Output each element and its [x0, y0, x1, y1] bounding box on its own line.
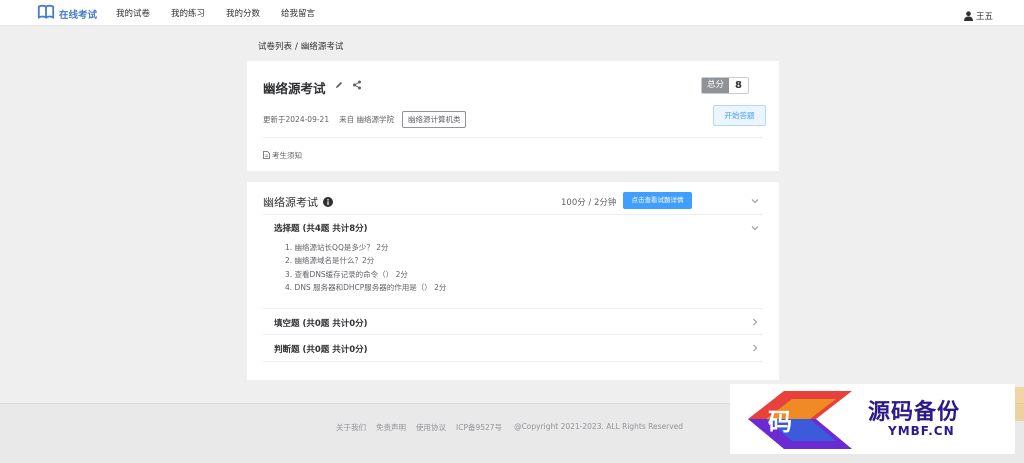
exam-title: 幽络源考试 — [263, 81, 326, 96]
breadcrumb-current: 幽络源考试 — [300, 42, 344, 52]
breadcrumb: 试卷列表 / 幽络源考试 — [258, 40, 343, 52]
exam-source: 来自 幽络源学院 — [339, 115, 394, 124]
total-score-badge: 总分 8 — [701, 77, 749, 94]
divider — [263, 214, 763, 215]
section-fill-blank[interactable]: 填空题 (共0题 共计0分) — [274, 317, 368, 329]
footer-copyright: @Copyright 2021-2023. ALL Rights Reserve… — [514, 422, 684, 431]
chevron-down-icon[interactable] — [751, 224, 759, 232]
breadcrumb-parent[interactable]: 试卷列表 — [258, 42, 292, 52]
category-tag[interactable]: 幽络源计算机类 — [401, 111, 467, 128]
divider — [263, 361, 763, 362]
exam-meta: 更新于2024-09-21 来自 幽络源学院 幽络源计算机类 — [263, 111, 467, 128]
document-icon — [263, 150, 272, 161]
brand-name: 在线考试 — [59, 10, 98, 21]
nav-my-scores[interactable]: 我的分数 — [226, 7, 260, 19]
watermark-domain: YMBF.CN — [888, 424, 955, 438]
total-score-label: 总分 — [702, 78, 730, 93]
user-icon — [964, 6, 973, 25]
paper-title: 幽络源考试 — [263, 194, 333, 210]
chevron-right-icon[interactable] — [751, 344, 759, 352]
view-details-button[interactable]: 点击查看试题详情 — [623, 192, 692, 209]
info-icon[interactable] — [323, 197, 333, 207]
share-icon[interactable] — [352, 80, 362, 90]
footer-disclaimer[interactable]: 免责声明 — [376, 422, 406, 433]
paper-summary: 100分 / 2分钟 — [561, 198, 617, 208]
divider — [263, 308, 763, 309]
watermark-glyph: 码 — [768, 407, 792, 436]
watermark-title: 源码备份 — [868, 400, 961, 425]
watermark-logo — [748, 391, 852, 449]
exam-header-card: 幽络源考试 总分 8 更新于2024-09-21 来自 幽络源学院 幽络源计算机… — [247, 61, 779, 171]
exam-notice-label: 考生须知 — [272, 151, 302, 160]
total-score-value: 8 — [729, 78, 748, 93]
chevron-down-icon[interactable] — [751, 197, 759, 205]
breadcrumb-separator: / — [295, 42, 298, 52]
chevron-right-icon[interactable] — [751, 318, 759, 326]
book-icon — [37, 3, 55, 25]
user-name: 王五 — [976, 11, 994, 22]
paper-title-text: 幽络源考试 — [263, 196, 318, 209]
updated-date: 更新于2024-09-21 — [263, 115, 330, 124]
question-item[interactable]: 1. 幽络源站长QQ是多少？ 2分 — [285, 241, 446, 254]
nav-leave-message[interactable]: 给我留言 — [281, 7, 315, 19]
divider — [263, 334, 763, 335]
user-menu[interactable]: 王五 — [964, 6, 993, 25]
question-item[interactable]: 3. 查看DNS缓存记录的命令（） 2分 — [285, 268, 446, 281]
footer-terms[interactable]: 使用协议 — [416, 422, 446, 433]
watermark-edge — [1015, 387, 1024, 421]
footer-about[interactable]: 关于我们 — [336, 422, 366, 433]
question-list: 1. 幽络源站长QQ是多少？ 2分 2. 幽络源域名是什么？2分 3. 查看DN… — [285, 241, 446, 294]
nav-links: 我的试卷 我的练习 我的分数 给我留言 — [116, 7, 336, 19]
question-item[interactable]: 2. 幽络源域名是什么？2分 — [285, 254, 446, 267]
nav-my-papers[interactable]: 我的试卷 — [116, 7, 150, 19]
watermark: 码 源码备份 YMBF.CN — [730, 384, 1015, 454]
exam-notice[interactable]: 考生须知 — [263, 150, 302, 161]
top-nav: 在线考试 我的试卷 我的练习 我的分数 给我留言 王五 — [0, 0, 1024, 26]
section-true-false[interactable]: 判断题 (共0题 共计0分) — [274, 343, 368, 355]
footer-icp[interactable]: ICP备9527号 — [456, 422, 502, 433]
nav-my-practice[interactable]: 我的练习 — [171, 7, 205, 19]
divider — [263, 137, 763, 138]
footer-links: 关于我们 免责声明 使用协议 ICP备9527号 @Copyright 2021… — [336, 422, 693, 433]
paper-card: 幽络源考试 100分 / 2分钟 点击查看试题详情 选择题 (共4题 共计8分)… — [247, 182, 779, 380]
edit-icon[interactable] — [334, 80, 344, 90]
start-exam-button[interactable]: 开始答题 — [713, 105, 766, 126]
section-multiple-choice[interactable]: 选择题 (共4题 共计8分) — [274, 222, 368, 234]
question-item[interactable]: 4. DNS 服务器和DHCP服务器的作用是（） 2分 — [285, 281, 446, 294]
brand[interactable]: 在线考试 — [37, 3, 97, 25]
